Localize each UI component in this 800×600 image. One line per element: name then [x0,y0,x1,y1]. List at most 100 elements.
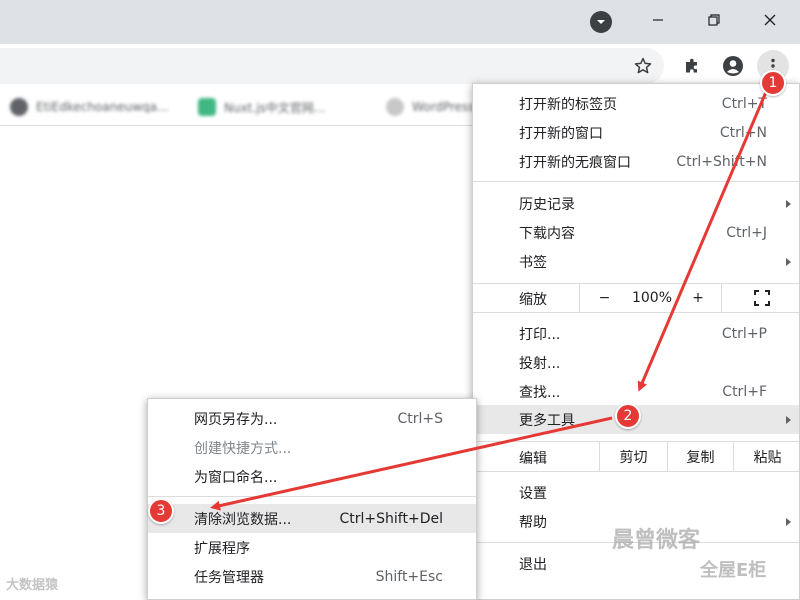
menu-item-new-tab[interactable]: 打开新的标签页 Ctrl+T [473,89,799,118]
bookmark-label: Nuxt.js中文官网... [224,100,326,115]
step-marker-3: 3 [148,498,174,524]
menu-separator [473,312,799,313]
watermark-right-bottom: 全屋E柜 [700,556,766,582]
menu-item-shortcut: Ctrl+Shift+Del [339,510,443,527]
bookmark-item[interactable]: WordPress [386,95,474,119]
menu-item-find[interactable]: 查找... Ctrl+F [473,377,799,406]
menu-item-label: 打开新的窗口 [519,125,603,142]
submenu-item-clear-browsing-data[interactable]: 清除浏览数据... Ctrl+Shift+Del [148,504,476,533]
menu-item-print[interactable]: 打印... Ctrl+P [473,319,799,348]
menu-item-shortcut: Ctrl+S [397,410,443,427]
menu-item-shortcut: Ctrl+P [721,325,767,342]
restore-icon [708,14,720,26]
menu-item-label: 创建快捷方式... [194,440,292,457]
tab-search-button[interactable] [590,11,612,33]
menu-item-label: 设置 [519,485,547,502]
menu-item-label: 打开新的标签页 [519,96,617,113]
chevron-down-icon [597,20,605,24]
edit-label: 编辑 [519,451,547,467]
close-window-button[interactable] [742,0,798,40]
step-number: 3 [156,503,166,519]
watermark-left: 大数据猿 [6,574,58,593]
cut-label: 剪切 [619,449,648,466]
bookmark-label: WordPress [412,100,475,114]
bookmark-item[interactable]: Nuxt.js中文官网... [198,95,325,119]
zoom-out-button[interactable]: − [579,283,629,312]
wordpress-icon [386,98,404,116]
chevron-right-icon [786,257,791,266]
menu-item-bookmarks[interactable]: 书签 [473,247,799,276]
submenu-item-name-window[interactable]: 为窗口命名... [148,462,476,491]
menu-item-label: 网页另存为... [194,411,278,428]
menu-item-label: 打开新的无痕窗口 [519,154,631,171]
fullscreen-button[interactable] [721,283,800,312]
extensions-button[interactable] [676,50,708,82]
zoom-label: 缩放 [519,292,547,308]
menu-item-label: 打印... [519,326,561,343]
menu-item-label: 下载内容 [519,225,575,242]
zoom-row: 缩放 − 100% + [473,283,799,312]
menu-item-downloads[interactable]: 下载内容 Ctrl+J [473,218,799,247]
profile-button[interactable] [717,50,749,82]
cut-button[interactable]: 剪切 [599,442,667,471]
watermark-text: 大数据猿 [6,578,59,593]
bookmark-item[interactable]: EtiEdkechoaneuwqa... [10,95,168,119]
menu-item-label: 扩展程序 [194,540,250,557]
close-icon [764,14,776,26]
menu-item-label: 为窗口命名... [194,469,278,486]
menu-item-shortcut: Ctrl+T [721,95,767,112]
menu-item-shortcut: Ctrl+Shift+N [676,153,767,170]
github-icon [10,98,28,116]
copy-label: 复制 [686,449,715,466]
puzzle-icon [686,58,697,73]
submenu-item-save-page[interactable]: 网页另存为... Ctrl+S [148,404,476,433]
paste-label: 粘贴 [753,449,782,466]
menu-item-label: 更多工具 [519,412,575,429]
menu-item-history[interactable]: 历史记录 [473,189,799,218]
menu-item-label: 查找... [519,384,561,401]
bookmark-star-button[interactable] [627,50,659,82]
menu-item-shortcut: Ctrl+F [722,383,767,400]
star-icon [634,57,652,74]
zoom-in-button[interactable]: + [675,283,721,312]
watermark-text: 晨曾微客 [612,528,701,553]
step-marker-1: 1 [760,70,786,96]
minus-icon: − [598,289,611,306]
menu-item-settings[interactable]: 设置 [473,478,799,507]
menu-separator [473,471,799,472]
menu-item-label: 帮助 [519,514,547,531]
menu-item-label: 退出 [519,556,547,573]
menu-item-label: 书签 [519,254,547,271]
menu-item-label: 清除浏览数据... [194,511,292,528]
menu-item-shortcut: Ctrl+J [726,224,767,241]
chevron-right-icon [786,199,791,208]
fullscreen-icon [753,289,770,306]
more-tools-submenu: 网页另存为... Ctrl+S 创建快捷方式... 为窗口命名... 清除浏览数… [147,398,477,600]
bookmark-label: EtiEdkechoaneuwqa... [36,100,169,114]
watermark-text: 全屋E柜 [700,560,767,581]
menu-item-new-incognito[interactable]: 打开新的无痕窗口 Ctrl+Shift+N [473,147,799,176]
chevron-right-icon [786,517,791,526]
menu-item-cast[interactable]: 投射... [473,348,799,377]
menu-item-label: 任务管理器 [194,569,264,586]
paste-button[interactable]: 粘贴 [733,442,800,471]
watermark-right-top: 晨曾微客 [612,522,700,554]
zoom-level: 100% [629,283,675,312]
chevron-right-icon [786,415,791,424]
restore-button[interactable] [686,0,742,40]
edit-row: 编辑 剪切 复制 粘贴 [473,442,799,471]
menu-item-new-window[interactable]: 打开新的窗口 Ctrl+N [473,118,799,147]
submenu-item-task-manager[interactable]: 任务管理器 Shift+Esc [148,562,476,591]
menu-item-shortcut: Ctrl+N [719,124,767,141]
profile-icon [723,56,743,76]
step-number: 1 [768,75,778,91]
minimize-button[interactable] [630,0,686,40]
menu-separator [148,496,476,497]
address-bar[interactable] [0,48,664,84]
submenu-item-extensions[interactable]: 扩展程序 [148,533,476,562]
menu-item-shortcut: Shift+Esc [375,568,443,585]
copy-button[interactable]: 复制 [667,442,733,471]
plus-icon: + [692,289,704,306]
step-number: 2 [623,408,633,424]
submenu-item-create-shortcut[interactable]: 创建快捷方式... [148,433,476,462]
